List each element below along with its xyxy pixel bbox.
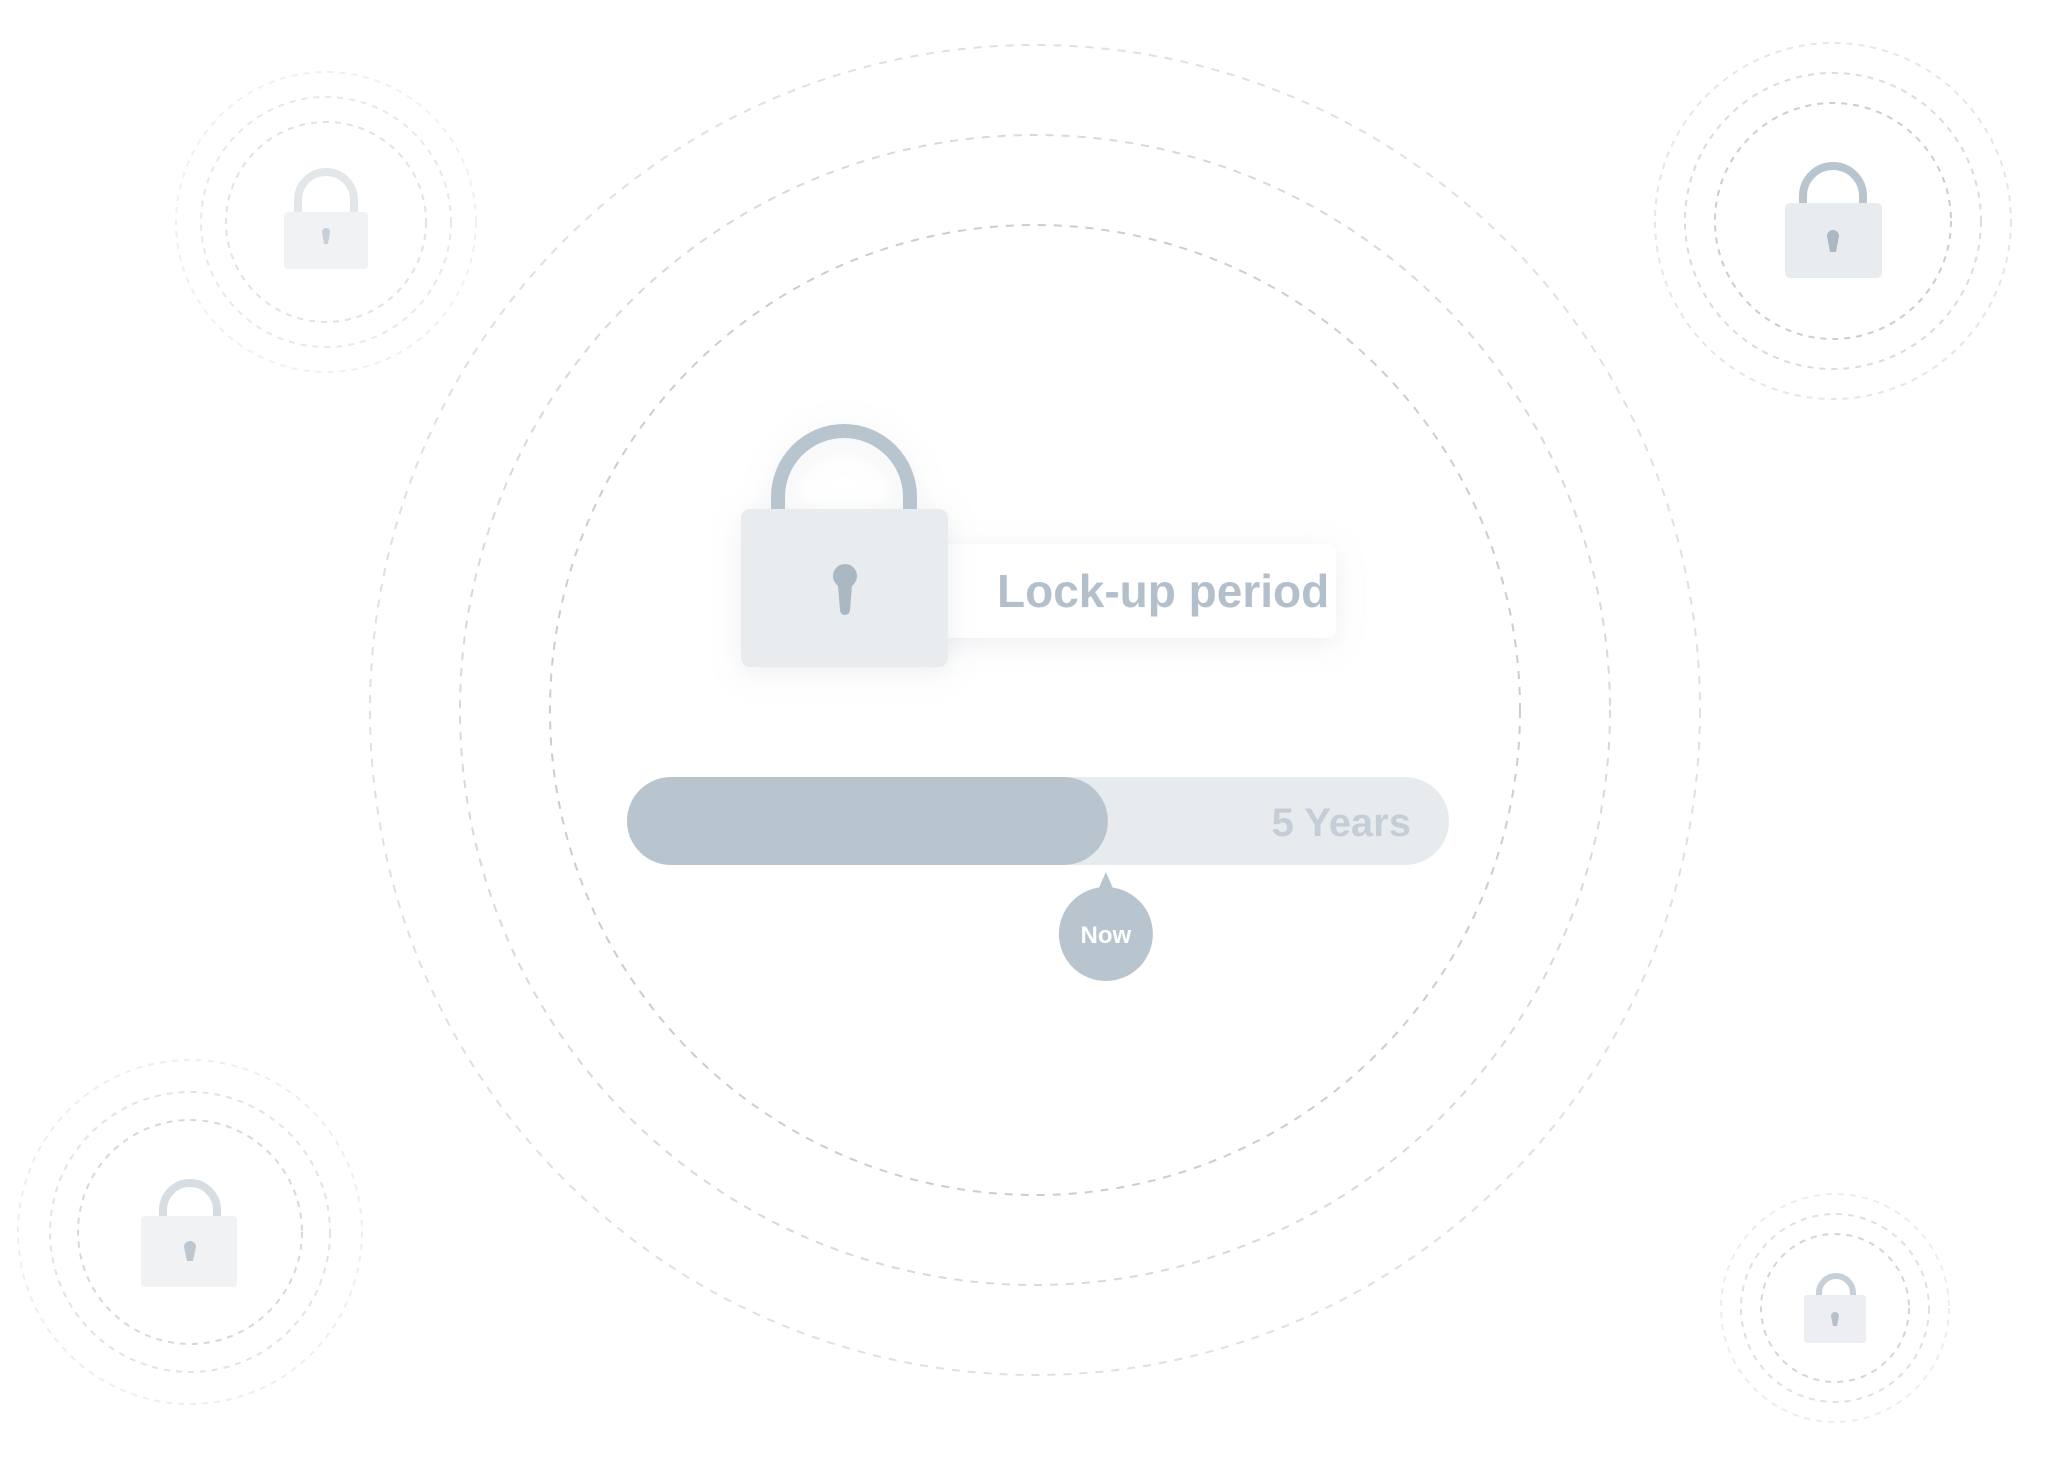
lockup-progress-bar: 5 Years <box>627 777 1449 865</box>
speech-bubble-marker <box>1098 872 1113 888</box>
lock-group-top-right <box>1654 42 2012 400</box>
lock-group-bottom-left <box>17 1059 363 1405</box>
ring-outer <box>369 44 1701 1376</box>
lock-group-bottom-right <box>1720 1193 1950 1423</box>
lock-icon <box>141 1179 237 1287</box>
progress-fill <box>627 777 1108 865</box>
ring-inner <box>549 224 1521 1196</box>
lock-icon <box>284 168 368 269</box>
lock-group-top-left <box>175 71 477 373</box>
scene: Lock-up period 5 Years Now <box>17 42 2012 1423</box>
lock-icon <box>741 424 948 667</box>
progress-end-label: 5 Years <box>1272 801 1411 845</box>
ring-middle <box>459 134 1611 1286</box>
lock-icon <box>1785 162 1882 278</box>
lockup-label-card: Lock-up period <box>741 424 1336 667</box>
lockup-label: Lock-up period <box>997 565 1329 617</box>
center-rings <box>369 44 1701 1376</box>
now-marker-label: Now <box>1081 922 1132 949</box>
lock-icon <box>1804 1273 1866 1343</box>
now-marker: Now <box>1058 872 1153 981</box>
